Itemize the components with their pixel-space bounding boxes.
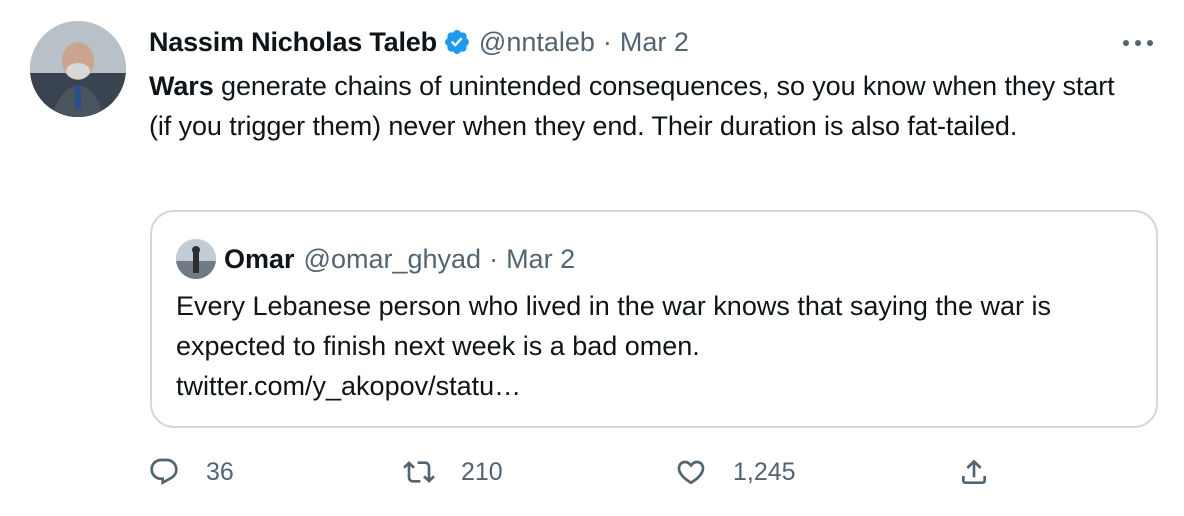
quoted-tweet-date: Mar 2 — [506, 243, 576, 274]
author-name[interactable]: Nassim Nicholas Taleb — [149, 27, 437, 58]
tweet-date[interactable]: Mar 2 — [620, 27, 689, 58]
tweet-text-bold: Wars — [149, 71, 214, 101]
more-horizontal-icon — [1123, 40, 1153, 46]
quoted-avatar-image — [176, 239, 216, 279]
quoted-tweet[interactable]: Omar @omar_ghyad · Mar 2 Every Lebanese … — [150, 210, 1158, 428]
tweet-text: Wars generate chains of unintended conse… — [149, 66, 1139, 146]
more-options-button[interactable] — [1118, 28, 1158, 58]
retweet-button[interactable]: 210 — [403, 450, 503, 494]
tweet-text-body: generate chains of unintended consequenc… — [149, 71, 1115, 141]
reply-count: 36 — [206, 457, 234, 486]
like-button[interactable]: 1,245 — [675, 450, 796, 494]
quoted-header-separator: · — [489, 243, 499, 274]
quoted-tweet-body: Every Lebanese person who lived in the w… — [176, 291, 1051, 361]
quoted-tweet-link[interactable]: twitter.com/y_akopov/statu… — [176, 371, 521, 401]
quoted-author-avatar[interactable] — [176, 239, 216, 279]
quoted-author-name: Omar — [224, 243, 295, 274]
quoted-tweet-header: Omar @omar_ghyad · Mar 2 — [176, 239, 576, 279]
author-avatar[interactable] — [30, 21, 126, 117]
avatar-image — [30, 21, 126, 117]
quoted-tweet-text: Every Lebanese person who lived in the w… — [176, 286, 1136, 406]
verified-badge-icon — [443, 28, 471, 56]
header-separator: · — [602, 26, 612, 57]
retweet-count: 210 — [461, 457, 503, 486]
tweet-header: Nassim Nicholas Taleb @nntaleb · Mar 2 — [149, 24, 689, 60]
share-icon — [962, 459, 986, 484]
quoted-author-handle: @omar_ghyad — [303, 243, 482, 274]
reply-button[interactable]: 36 — [148, 450, 234, 494]
like-count: 1,245 — [733, 457, 796, 486]
author-handle[interactable]: @nntaleb — [479, 27, 595, 58]
retweet-icon — [403, 461, 435, 483]
heart-icon — [677, 460, 705, 485]
share-button[interactable] — [958, 450, 990, 494]
reply-icon — [150, 458, 178, 485]
